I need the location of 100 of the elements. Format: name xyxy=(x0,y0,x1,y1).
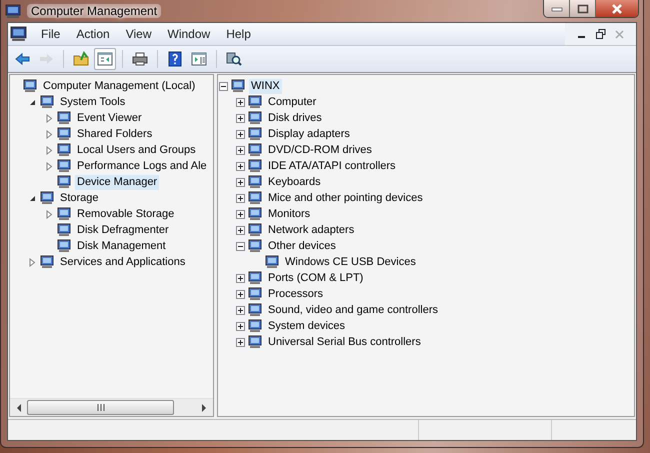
device-icon xyxy=(247,334,263,350)
tree-item[interactable]: WINX xyxy=(249,78,282,94)
expand-box-icon[interactable] xyxy=(236,290,245,298)
collapsed-arrow-icon[interactable] xyxy=(28,258,37,266)
device-icon xyxy=(56,126,72,142)
device-icon xyxy=(39,190,55,206)
device-icon xyxy=(56,158,72,174)
collapsed-arrow-icon[interactable] xyxy=(45,210,54,218)
tree-item[interactable]: Performance Logs and Ale xyxy=(75,158,209,174)
expand-box-icon[interactable] xyxy=(236,274,245,282)
tree-item[interactable]: Removable Storage xyxy=(75,206,176,222)
collapse-box-icon[interactable] xyxy=(219,82,228,90)
device-icon xyxy=(247,142,263,158)
expanded-arrow-icon[interactable] xyxy=(28,194,37,202)
expand-box-icon[interactable] xyxy=(236,114,245,122)
tree-item[interactable]: Computer xyxy=(266,94,318,110)
menu-item[interactable]: View xyxy=(118,25,160,43)
console-tree-icon xyxy=(97,51,113,67)
horizontal-scrollbar[interactable] xyxy=(10,398,213,416)
expand-box-icon[interactable] xyxy=(236,226,245,234)
device-icon xyxy=(247,174,263,190)
close-button[interactable] xyxy=(596,0,638,17)
menu-item[interactable]: Action xyxy=(68,25,118,43)
tree-item[interactable]: Shared Folders xyxy=(75,126,154,142)
tree-item[interactable]: Windows CE USB Devices xyxy=(283,254,418,270)
restore-icon xyxy=(596,29,606,39)
device-icon xyxy=(56,238,72,254)
device-icon xyxy=(56,222,72,238)
tree-item[interactable]: Event Viewer xyxy=(75,110,144,126)
expanded-arrow-icon[interactable] xyxy=(28,98,37,106)
device-icon xyxy=(39,94,55,110)
tree-item[interactable]: Other devices xyxy=(266,238,338,254)
tree-item[interactable]: Local Users and Groups xyxy=(75,142,198,158)
console-tree-button[interactable] xyxy=(94,48,116,70)
tree-item[interactable]: Disk drives xyxy=(266,110,324,126)
menu-item[interactable]: File xyxy=(33,25,68,43)
close-icon xyxy=(615,30,624,38)
device-icon xyxy=(39,254,55,270)
folder-icon xyxy=(73,51,89,67)
tree-item[interactable]: Keyboards xyxy=(266,174,323,190)
maximize-button[interactable] xyxy=(570,0,596,17)
device-icon xyxy=(247,302,263,318)
scan-hardware-icon xyxy=(226,51,242,67)
tree-item[interactable]: Storage xyxy=(58,190,101,206)
expand-box-icon[interactable] xyxy=(236,98,245,106)
tree-item[interactable]: Disk Defragmenter xyxy=(75,222,171,238)
device-icon xyxy=(247,222,263,238)
device-icon xyxy=(247,126,263,142)
scrollbar-thumb[interactable] xyxy=(27,400,174,415)
menu-item[interactable]: Help xyxy=(218,25,259,43)
device-icon xyxy=(264,254,280,270)
expand-box-icon[interactable] xyxy=(236,210,245,218)
device-icon xyxy=(56,110,72,126)
device-icon xyxy=(247,94,263,110)
tree-item[interactable]: Disk Management xyxy=(75,238,168,254)
tree-item[interactable]: Network adapters xyxy=(266,222,356,238)
device-icon xyxy=(247,206,263,222)
tree-item[interactable]: Universal Serial Bus controllers xyxy=(266,334,423,350)
tree-item[interactable]: System Tools xyxy=(58,94,128,110)
tree-item[interactable]: System devices xyxy=(266,318,348,334)
device-icon xyxy=(247,110,263,126)
collapsed-arrow-icon[interactable] xyxy=(45,114,54,122)
device-icon xyxy=(247,238,263,254)
tree-item[interactable]: Display adapters xyxy=(266,126,352,142)
expand-box-icon[interactable] xyxy=(236,130,245,138)
expand-box-icon[interactable] xyxy=(236,146,245,154)
device-icon xyxy=(247,190,263,206)
tree-item[interactable]: Ports (COM & LPT) xyxy=(266,270,366,286)
printer-icon xyxy=(132,51,148,67)
tree-item[interactable]: DVD/CD-ROM drives xyxy=(266,142,374,158)
device-icon xyxy=(230,78,246,94)
expand-box-icon[interactable] xyxy=(236,178,245,186)
device-icon xyxy=(56,206,72,222)
minimize-icon xyxy=(550,6,562,12)
tree-item[interactable]: Computer Management (Local) xyxy=(41,78,198,94)
expand-box-icon[interactable] xyxy=(236,306,245,314)
tree-item[interactable]: Device Manager xyxy=(75,174,160,190)
device-icon xyxy=(247,318,263,334)
collapse-box-icon[interactable] xyxy=(236,242,245,250)
expand-box-icon[interactable] xyxy=(236,194,245,202)
collapsed-arrow-icon[interactable] xyxy=(45,162,54,170)
tree-item[interactable]: Processors xyxy=(266,286,326,302)
action-pane-icon xyxy=(191,51,207,67)
device-icon xyxy=(22,78,38,94)
device-icon xyxy=(56,142,72,158)
tree-item[interactable]: Sound, video and game controllers xyxy=(266,302,440,318)
collapsed-arrow-icon[interactable] xyxy=(45,130,54,138)
tree-item[interactable]: Mice and other pointing devices xyxy=(266,190,425,206)
collapsed-arrow-icon[interactable] xyxy=(45,146,54,154)
expand-box-icon[interactable] xyxy=(236,162,245,170)
back-arrow-icon xyxy=(14,51,30,67)
device-icon xyxy=(56,174,72,190)
tree-item[interactable]: IDE ATA/ATAPI controllers xyxy=(266,158,398,174)
expand-box-icon[interactable] xyxy=(236,338,245,346)
expand-box-icon[interactable] xyxy=(236,322,245,330)
computer-icon[interactable] xyxy=(10,26,27,42)
tree-item[interactable]: Monitors xyxy=(266,206,312,222)
device-icon xyxy=(247,270,263,286)
tree-item[interactable]: Services and Applications xyxy=(58,254,188,270)
menu-item[interactable]: Window xyxy=(160,25,218,43)
